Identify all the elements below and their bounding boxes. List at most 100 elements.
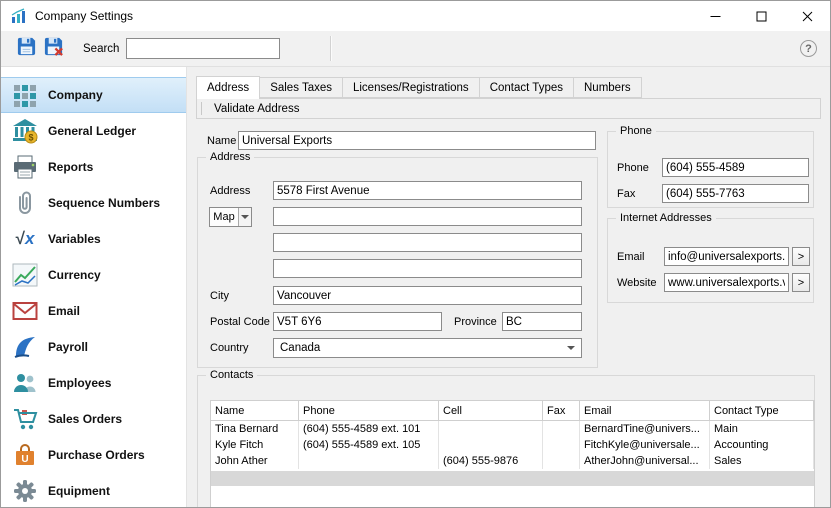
internet-group-legend: Internet Addresses <box>616 212 716 224</box>
sidebar-item-label: Company <box>48 88 103 102</box>
tab-address[interactable]: Address <box>196 76 261 99</box>
help-icon[interactable]: ? <box>800 40 817 57</box>
city-label: City <box>210 290 229 302</box>
tab-numbers[interactable]: Numbers <box>574 77 642 98</box>
svg-text:U: U <box>21 454 28 465</box>
minimize-button[interactable] <box>692 1 738 31</box>
map-button-label: Map <box>213 211 235 223</box>
save-close-button[interactable] <box>40 35 67 62</box>
postal-code-input[interactable] <box>273 312 442 331</box>
sidebar: Company $ General Ledger Reports Sequence Nu… <box>1 67 187 507</box>
settings-panel: Address Sales Taxes Licenses/Registrations… <box>188 67 830 507</box>
postal-code-label: Postal Code <box>210 316 270 328</box>
tab-licenses-registrations[interactable]: Licenses/Registrations <box>342 77 480 98</box>
province-input[interactable] <box>502 312 582 331</box>
app-icon <box>11 8 27 24</box>
sidebar-item-purchase-orders[interactable]: U Purchase Orders <box>1 437 186 473</box>
svg-text:$: $ <box>28 133 33 143</box>
address-toolbar: Validate Address <box>196 98 821 119</box>
contacts-header-row: Name Phone Cell Fax Email Contact Type <box>211 401 814 421</box>
sidebar-item-email[interactable]: Email <box>1 293 186 329</box>
tab-sales-taxes[interactable]: Sales Taxes <box>260 77 343 98</box>
address-group-legend: Address <box>206 151 255 163</box>
contact-cell <box>543 453 580 469</box>
search-input[interactable] <box>126 38 281 59</box>
sidebar-item-variables[interactable]: √x Variables <box>1 221 186 257</box>
address-line1-input[interactable] <box>273 181 582 200</box>
contact-cell <box>439 421 543 437</box>
sidebar-item-equipment[interactable]: Equipment <box>1 473 186 507</box>
contact-row-selected-empty[interactable] <box>211 471 814 486</box>
contact-cell <box>543 437 580 453</box>
country-value: Canada <box>280 342 321 354</box>
address-line2-input[interactable] <box>273 207 582 226</box>
contacts-column-header-contact-type[interactable]: Contact Type <box>710 401 814 420</box>
search-label: Search <box>83 42 120 55</box>
sidebar-item-sequence-numbers[interactable]: Sequence Numbers <box>1 185 186 221</box>
contacts-column-header-cell[interactable]: Cell <box>439 401 543 420</box>
open-email-button[interactable]: > <box>792 247 810 266</box>
contact-cell: (604) 555-9876 <box>439 453 543 469</box>
website-label: Website <box>617 277 657 289</box>
city-input[interactable] <box>273 286 582 305</box>
contacts-column-header-fax[interactable]: Fax <box>543 401 580 420</box>
country-select[interactable]: Canada <box>273 338 582 358</box>
contact-cell: Tina Bernard <box>211 421 299 437</box>
sidebar-item-reports[interactable]: Reports <box>1 149 186 185</box>
contact-row-john-ather[interactable]: John Ather (604) 555-9876 AtherJohn@univer… <box>211 453 814 469</box>
map-button[interactable]: Map <box>209 207 252 227</box>
country-dropdown-arrow-icon <box>567 346 575 354</box>
name-label: Name <box>207 135 237 147</box>
fax-input[interactable] <box>662 184 809 203</box>
sidebar-item-label: Email <box>48 304 81 318</box>
contact-row-tina-bernard[interactable]: Tina Bernard (604) 555-4589 ext. 101 Berna… <box>211 421 814 437</box>
sidebar-item-payroll[interactable]: Payroll <box>1 329 186 365</box>
contacts-group: Contacts Name Phone Cell Fax Email Contact Ty… <box>197 369 815 507</box>
contacts-column-header-name[interactable]: Name <box>211 401 299 420</box>
close-button[interactable] <box>784 1 830 31</box>
equipment-icon <box>12 478 38 504</box>
sequence-numbers-icon <box>12 190 38 216</box>
contact-cell: (604) 555-4589 ext. 101 <box>299 421 439 437</box>
contact-cell <box>299 453 439 469</box>
website-input[interactable] <box>664 273 789 292</box>
phone-group-legend: Phone <box>616 125 656 137</box>
contacts-column-header-phone[interactable]: Phone <box>299 401 439 420</box>
phone-group: Phone Phone Fax <box>607 125 814 208</box>
general-ledger-icon: $ <box>12 118 38 144</box>
contact-row-kyle-fitch[interactable]: Kyle Fitch (604) 555-4589 ext. 105 FitchKy… <box>211 437 814 453</box>
address-line3-input[interactable] <box>273 233 582 252</box>
sidebar-item-employees[interactable]: Employees <box>1 365 186 401</box>
tab-bar: Address Sales Taxes Licenses/Registrations… <box>196 76 642 99</box>
province-label: Province <box>454 316 497 328</box>
company-name-input[interactable] <box>238 131 596 150</box>
map-dropdown-arrow-icon[interactable] <box>238 208 251 226</box>
country-label: Country <box>210 342 249 354</box>
contacts-group-legend: Contacts <box>206 369 258 381</box>
address-line4-input[interactable] <box>273 259 582 278</box>
sidebar-item-sales-orders[interactable]: Sales Orders <box>1 401 186 437</box>
sidebar-item-company[interactable]: Company <box>1 77 186 113</box>
minimize-icon <box>710 15 720 17</box>
contact-cell: BernardTine@univers... <box>580 421 710 437</box>
sidebar-item-label: Reports <box>48 160 94 174</box>
contact-cell: AtherJohn@universal... <box>580 453 710 469</box>
validate-address-button[interactable]: Validate Address <box>208 103 305 115</box>
save-button[interactable] <box>13 35 40 62</box>
phone-input[interactable] <box>662 158 809 177</box>
reports-icon <box>12 154 38 180</box>
sidebar-item-general-ledger[interactable]: $ General Ledger <box>1 113 186 149</box>
email-input[interactable] <box>664 247 789 266</box>
tab-contact-types[interactable]: Contact Types <box>479 77 574 98</box>
payroll-icon <box>12 334 38 360</box>
contact-cell: Main <box>710 421 814 437</box>
maximize-button[interactable] <box>738 1 784 31</box>
contact-cell: (604) 555-4589 ext. 105 <box>299 437 439 453</box>
sidebar-item-currency[interactable]: Currency <box>1 257 186 293</box>
sales-orders-icon <box>12 406 38 432</box>
contacts-column-header-email[interactable]: Email <box>580 401 710 420</box>
main-toolbar: Search ? <box>1 31 830 67</box>
address-group: Address Address Map City Postal Code Pro… <box>197 151 598 368</box>
open-website-button[interactable]: > <box>792 273 810 292</box>
phone-label: Phone <box>617 162 649 174</box>
